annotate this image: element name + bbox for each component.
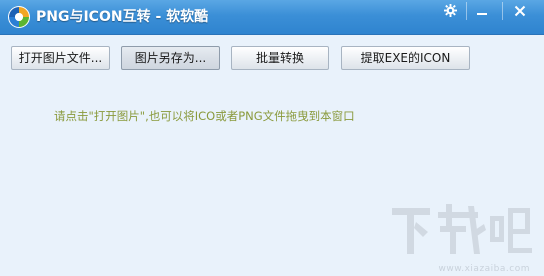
app-window: PNG与ICON互转 - 软软酷 打开图片文件... 图片另存为... 批量转换… [0,0,544,276]
gear-icon [443,2,457,21]
watermark-url: www.xiazaiba.com [438,264,530,274]
open-image-button[interactable]: 打开图片文件... [11,46,110,70]
save-image-as-button[interactable]: 图片另存为... [121,46,220,70]
watermark-logo [392,204,532,254]
close-icon [514,2,526,21]
watermark: www.xiazaiba.com [388,202,538,274]
minimize-icon [476,2,488,21]
window-title: PNG与ICON互转 - 软软酷 [36,9,209,25]
batch-convert-button[interactable]: 批量转换 [231,46,329,70]
drop-hint-text: 请点击"打开图片",也可以将ICO或者PNG文件拖曳到本窗口 [54,109,355,123]
extract-exe-icon-button[interactable]: 提取EXE的ICON [341,46,470,70]
minimize-button[interactable] [467,0,497,22]
title-bar[interactable]: PNG与ICON互转 - 软软酷 [0,0,544,35]
app-logo-icon [7,5,31,29]
toolbar: 打开图片文件... 图片另存为... 批量转换 提取EXE的ICON [0,35,544,85]
close-button[interactable] [503,0,537,22]
settings-button[interactable] [435,0,465,22]
